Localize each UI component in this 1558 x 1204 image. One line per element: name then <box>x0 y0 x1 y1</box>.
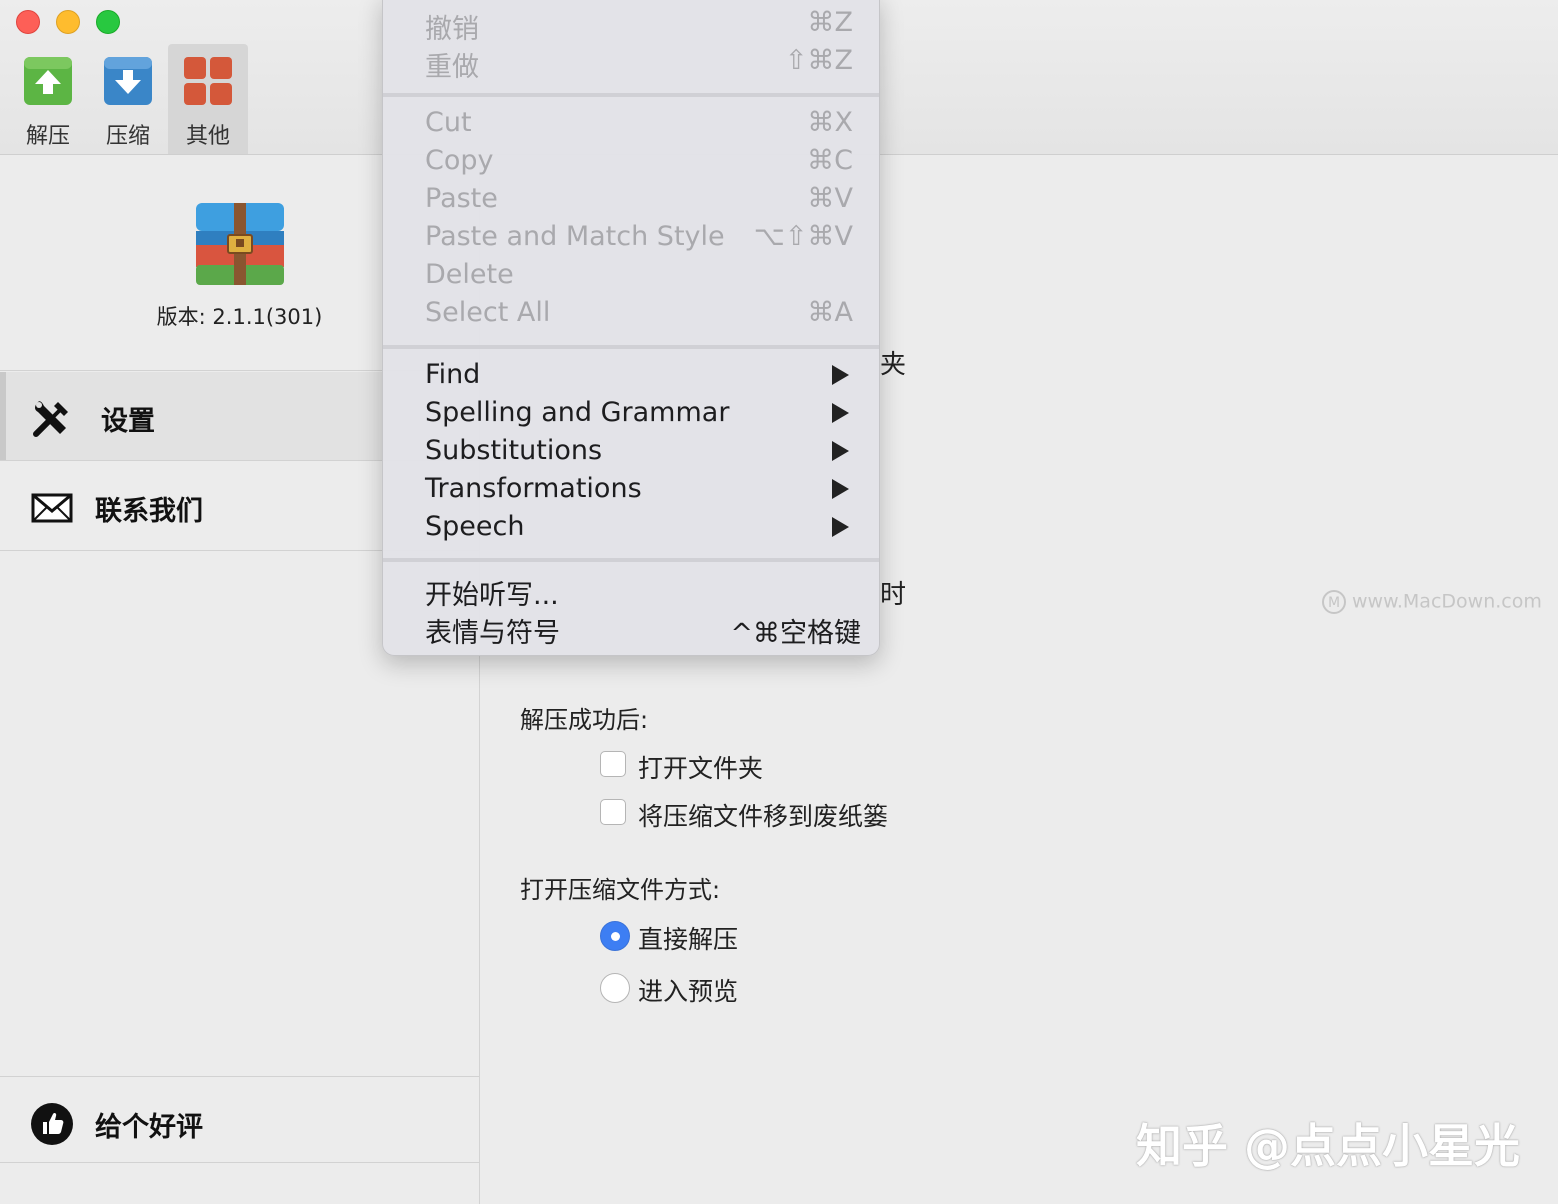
watermark-logo-icon: M <box>1322 590 1346 614</box>
compress-tool-button[interactable]: 压缩 <box>88 44 168 154</box>
menu-item-label: Spelling and Grammar <box>425 397 730 428</box>
author-watermark: 知乎 @点点小星光 <box>1136 1119 1521 1173</box>
archive-app-logo-icon <box>196 203 284 285</box>
edit-context-menu: 撤销 ⌘Z 重做 ⇧⌘Z Cut ⌘X Copy ⌘C Paste ⌘V Pas… <box>382 0 880 656</box>
menu-item-shortcut: ^⌘空格键 <box>730 618 861 649</box>
grid-icon <box>184 57 232 105</box>
menu-item-transformations[interactable]: Transformations <box>383 469 879 507</box>
submenu-arrow-icon <box>832 403 849 423</box>
menu-item-label: 表情与符号 <box>425 618 560 649</box>
menu-item-paste-match-style[interactable]: Paste and Match Style ⌥⇧⌘V <box>383 217 879 255</box>
site-watermark-text: www.MacDown.com <box>1352 590 1542 613</box>
menu-item-label: Paste and Match Style <box>425 221 725 252</box>
sidebar-item-label: 联系我们 <box>95 496 203 527</box>
submenu-arrow-icon <box>832 441 849 461</box>
zoom-window-button[interactable] <box>96 10 120 34</box>
direct-extract-radio[interactable] <box>600 921 630 951</box>
envelope-icon <box>31 493 73 523</box>
menu-item-speech[interactable]: Speech <box>383 507 879 545</box>
menu-item-label: Speech <box>425 511 525 542</box>
sidebar-divider <box>0 1076 479 1077</box>
menu-item-shortcut: ⌘X <box>807 107 854 138</box>
menu-item-spelling-grammar[interactable]: Spelling and Grammar <box>383 393 879 431</box>
option-label: 打开文件夹 <box>638 754 764 783</box>
sidebar-item-label: 设置 <box>101 406 155 437</box>
menu-item-shortcut: ⌘C <box>807 145 853 176</box>
move-to-trash-checkbox[interactable] <box>600 799 626 825</box>
obscured-option-fragment: 夹 <box>880 350 907 380</box>
rate-app-button[interactable]: 给个好评 <box>0 1078 479 1166</box>
menu-item-label: Delete <box>425 259 514 290</box>
menu-item-undo[interactable]: 撤销 ⌘Z <box>383 3 879 45</box>
menu-item-delete[interactable]: Delete <box>383 255 879 293</box>
menu-separator <box>383 93 879 97</box>
option-label: 进入预览 <box>638 977 739 1006</box>
site-watermark: Mwww.MacDown.com <box>1322 590 1542 614</box>
extract-tool-label: 解压 <box>25 124 70 149</box>
close-window-button[interactable] <box>16 10 40 34</box>
menu-separator <box>383 558 879 562</box>
rate-app-label: 给个好评 <box>95 1112 203 1143</box>
open-folder-checkbox[interactable] <box>600 751 626 777</box>
menu-item-emoji-symbols[interactable]: 表情与符号 ^⌘空格键 <box>383 607 879 649</box>
menu-item-substitutions[interactable]: Substitutions <box>383 431 879 469</box>
thumbs-up-icon <box>31 1103 73 1145</box>
menu-item-shortcut: ⌥⇧⌘V <box>753 221 853 252</box>
menu-item-shortcut: ⌘V <box>807 183 853 214</box>
menu-item-label: Paste <box>425 183 498 214</box>
menu-item-label: Substitutions <box>425 435 603 466</box>
menu-item-label: 重做 <box>425 52 479 83</box>
compress-tool-label: 压缩 <box>105 124 150 149</box>
menu-item-label: Select All <box>425 297 551 328</box>
extract-icon <box>24 57 72 105</box>
menu-item-label: Cut <box>425 107 472 138</box>
menu-item-label: Copy <box>425 145 494 176</box>
submenu-arrow-icon <box>832 517 849 537</box>
submenu-arrow-icon <box>832 365 849 385</box>
submenu-arrow-icon <box>832 479 849 499</box>
extract-tool-button[interactable]: 解压 <box>8 44 88 154</box>
menu-item-find[interactable]: Find <box>383 355 879 393</box>
compress-icon <box>104 57 152 105</box>
minimize-window-button[interactable] <box>56 10 80 34</box>
option-label: 直接解压 <box>638 925 739 954</box>
option-label: 将压缩文件移到废纸篓 <box>638 802 889 831</box>
preview-radio[interactable] <box>600 973 630 1003</box>
menu-item-redo[interactable]: 重做 ⇧⌘Z <box>383 41 879 83</box>
menu-item-label: Transformations <box>425 473 642 504</box>
menu-separator <box>383 345 879 349</box>
tools-icon <box>33 401 68 437</box>
sidebar-divider <box>0 1162 479 1163</box>
menu-item-cut[interactable]: Cut ⌘X <box>383 103 879 141</box>
menu-item-label: Find <box>425 359 481 390</box>
after-extract-title: 解压成功后: <box>520 706 649 734</box>
menu-item-dictation[interactable]: 开始听写... <box>383 569 879 611</box>
menu-item-shortcut: ⇧⌘Z <box>784 45 853 76</box>
other-tool-button[interactable]: 其他 <box>168 44 248 154</box>
menu-item-shortcut: ⌘Z <box>807 7 854 38</box>
menu-item-paste[interactable]: Paste ⌘V <box>383 179 879 217</box>
other-tool-label: 其他 <box>185 124 230 149</box>
obscured-option-fragment: 时 <box>880 580 907 610</box>
menu-item-copy[interactable]: Copy ⌘C <box>383 141 879 179</box>
menu-item-shortcut: ⌘A <box>807 297 853 328</box>
menu-item-select-all[interactable]: Select All ⌘A <box>383 293 879 331</box>
open-mode-title: 打开压缩文件方式: <box>520 876 721 904</box>
